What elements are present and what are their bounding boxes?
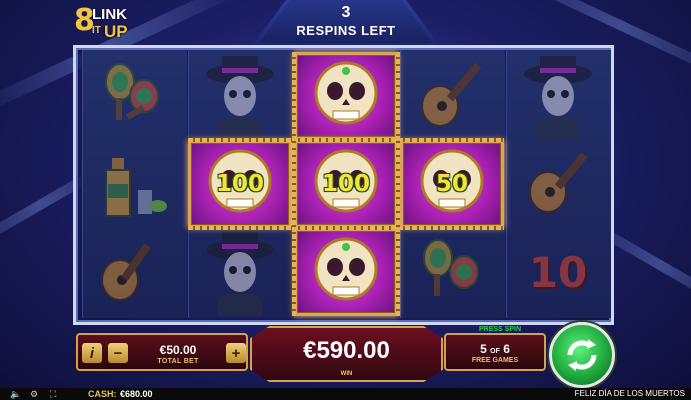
free-games-of: OF [490, 348, 500, 355]
status-bar: 🔈 ⚙ ⛶ CASH: €680.00 FELIZ DÍA DE LOS MUE… [0, 388, 691, 400]
logo-it-text: IT [92, 25, 101, 36]
game-logo: 8 LINK IT UP [74, 4, 152, 44]
spin-button[interactable] [549, 322, 615, 388]
info-button[interactable]: i [82, 343, 102, 363]
coin-value: 100 [215, 171, 264, 197]
skull-coin: 100 [294, 140, 398, 228]
guitar-symbol [400, 52, 504, 140]
settings-icon[interactable]: ⚙ [30, 388, 38, 400]
win-value: €590.00 [303, 337, 390, 364]
skeleton-man-symbol [188, 228, 292, 316]
maracas-symbol [400, 228, 504, 316]
link-chain [396, 52, 400, 316]
free-games-current: 5 [480, 342, 487, 356]
win-label: WIN [340, 371, 353, 377]
free-games-counter: 5 OF 6 [444, 342, 546, 356]
total-bet-value: €50.00 [159, 343, 197, 357]
guitar-symbol [506, 140, 610, 228]
info-icon: i [89, 344, 95, 362]
fullscreen-icon[interactable]: ⛶ [50, 388, 56, 400]
ten-symbol: 10 [506, 228, 610, 316]
total-bet-label: TOTAL BET [157, 358, 199, 365]
skull-coin [294, 52, 398, 140]
increase-bet-button[interactable]: + [226, 343, 246, 363]
press-spin-hint: PRESS SPIN [478, 326, 521, 333]
cash-label: CASH: [88, 389, 117, 399]
plus-icon: + [231, 344, 241, 362]
skeleton-man-symbol [188, 52, 292, 140]
game-name: FELIZ DÍA DE LOS MUERTOS [574, 389, 685, 398]
logo-link-text: LINK [92, 6, 127, 23]
skull-coin: 100 [188, 140, 292, 228]
respins-label: RESPINS LEFT [296, 23, 396, 38]
link-chain [292, 52, 296, 316]
decrease-bet-button[interactable]: − [108, 343, 128, 363]
free-games-label: FREE GAMES [471, 357, 519, 364]
coin-value: 50 [435, 171, 468, 197]
link-chain [188, 138, 504, 142]
tequila-symbol [82, 140, 186, 228]
skeleton-man-symbol [506, 52, 610, 140]
ten-symbol-label: 10 [528, 247, 588, 297]
respins-count: 3 [341, 4, 351, 21]
minus-icon: − [113, 344, 123, 362]
logo-up-text: UP [104, 22, 128, 41]
sound-icon[interactable]: 🔈 [10, 388, 21, 400]
coin-value: 100 [321, 171, 370, 197]
link-chain [188, 226, 504, 230]
spin-arrows-icon [567, 339, 597, 371]
guitar-symbol [82, 228, 186, 316]
skull-coin: 50 [400, 140, 504, 228]
free-games-total: 6 [503, 342, 510, 356]
skull-coin [294, 228, 398, 316]
respins-counter: 3 RESPINS LEFT [252, 4, 440, 40]
maracas-symbol [82, 52, 186, 140]
cash-value: €680.00 [120, 389, 153, 399]
